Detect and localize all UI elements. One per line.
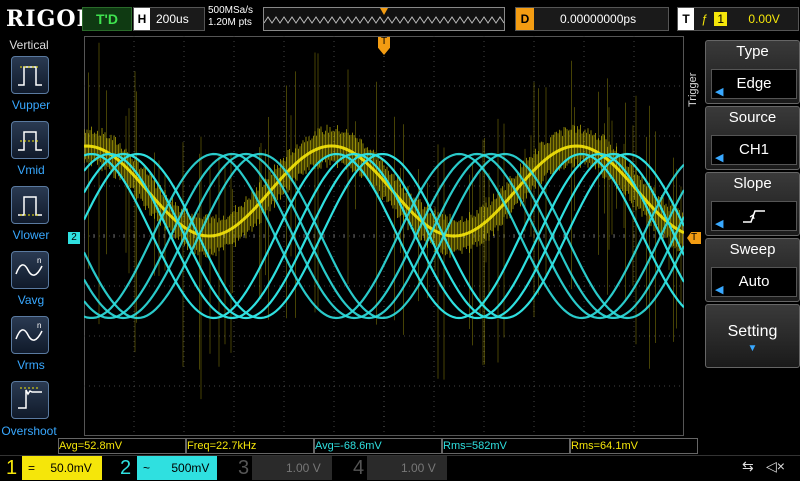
vlower-label: Vlower [12, 228, 50, 242]
sweep-softkey[interactable]: Sweep ◀ Auto [705, 238, 800, 302]
left-arrow-icon: ◀ [715, 152, 724, 164]
ch4-scale: 1.00 V [401, 461, 436, 475]
usb-icon: ⇆ [742, 458, 754, 474]
ch2-scale: 500mV [171, 461, 210, 475]
sweep-label: Sweep [729, 241, 776, 258]
source-value: CH1 [738, 141, 769, 158]
svg-text:n: n [37, 256, 41, 265]
trigger-display[interactable]: T ƒ 1 0.00V [677, 7, 799, 31]
slope-softkey[interactable]: Slope ◀ [705, 172, 800, 236]
overshoot-icon[interactable] [11, 381, 49, 419]
delay-display[interactable]: D 0.00000000ps [515, 7, 669, 31]
measurement-ch2-rms[interactable]: Rms=582mV [442, 438, 570, 454]
ch1-scale: 50.0mV [50, 461, 92, 475]
type-softkey[interactable]: Type ◀ Edge [705, 40, 800, 104]
trigger-status-badge[interactable]: T'D [82, 7, 132, 31]
source-value-box: ◀ CH1 [711, 135, 797, 165]
trigger-menu-title: Trigger [687, 72, 699, 108]
vavg-label: Vavg [17, 293, 45, 307]
graticule [84, 36, 684, 436]
svg-text:n: n [37, 321, 41, 330]
ch1-coupling: = [28, 461, 36, 475]
ch4-settings[interactable]: 1.00 V [367, 456, 447, 480]
left-arrow-icon: ◀ [715, 218, 724, 230]
ch3-number: 3 [238, 457, 250, 479]
timebase-label: H [134, 8, 150, 30]
slope-label: Slope [733, 175, 772, 192]
timebase-display[interactable]: H 200us [133, 7, 205, 31]
type-label: Type [736, 43, 769, 60]
sweep-value: Auto [738, 273, 770, 290]
setting-label: Setting [727, 323, 778, 340]
waveform-display[interactable] [84, 36, 684, 436]
ch3-scale: 1.00 V [286, 461, 321, 475]
memory-waveform-icon [263, 8, 505, 24]
rising-slope-icon [743, 210, 765, 223]
vmid-icon[interactable] [11, 121, 49, 159]
timebase-value: 200us [156, 12, 189, 26]
trigger-channel: 1 [714, 12, 728, 26]
ch1-number: 1 [6, 457, 18, 479]
memory-depth: 1.20M pts [208, 17, 252, 28]
menu-title: Vertical [9, 38, 49, 52]
delay-value: 0.00000000ps [560, 12, 637, 26]
down-arrow-icon: ▼ [747, 343, 758, 354]
measurement-ch1-rms[interactable]: Rms=64.1mV [570, 438, 698, 454]
vrms-icon[interactable]: n [11, 316, 49, 354]
ch1-settings[interactable]: = 50.0mV [22, 456, 102, 480]
overshoot-label: Overshoot [1, 424, 57, 438]
left-arrow-icon: ◀ [715, 284, 724, 296]
delay-label: D [516, 8, 534, 30]
vavg-icon[interactable]: n [11, 251, 49, 289]
memory-overview-strip[interactable] [263, 7, 505, 31]
ch3-settings[interactable]: 1.00 V [252, 456, 332, 480]
trigger-level: 0.00V [748, 12, 780, 26]
slope-value-box: ◀ [711, 201, 797, 231]
measurement-ch1-avg[interactable]: Avg=52.8mV [58, 438, 186, 454]
trigger-label: T [678, 8, 694, 30]
measurement-ch1-freq[interactable]: Freq=22.7kHz [186, 438, 314, 454]
ch2-coupling: ~ [143, 461, 151, 475]
rigol-logo: RIGOL [6, 6, 93, 32]
type-value-box: ◀ Edge [711, 69, 797, 99]
ch2-offset-marker[interactable]: 2 [68, 232, 80, 244]
vlower-icon[interactable] [11, 186, 49, 224]
ch2-number: 2 [120, 457, 132, 479]
setting-softkey[interactable]: Setting ▼ [705, 304, 800, 368]
trigger-level-marker[interactable]: T [687, 232, 701, 244]
ch4-number: 4 [353, 457, 365, 479]
vmid-label: Vmid [17, 163, 45, 177]
ch2-settings[interactable]: ~ 500mV [137, 456, 217, 480]
vupper-label: Vupper [11, 98, 51, 112]
rising-edge-icon: ƒ [701, 12, 709, 26]
left-arrow-icon: ◀ [715, 86, 724, 98]
measurement-ch2-avg[interactable]: Avg=-68.6mV [314, 438, 442, 454]
source-softkey[interactable]: Source ◀ CH1 [705, 106, 800, 170]
vupper-icon[interactable] [11, 56, 49, 94]
sample-info: 500MSa/s 1.20M pts [208, 5, 253, 29]
type-value: Edge [736, 75, 772, 92]
sweep-value-box: ◀ Auto [711, 267, 797, 297]
speaker-mute-icon[interactable]: ◁× [766, 458, 788, 476]
sample-rate: 500MSa/s [208, 5, 254, 16]
source-label: Source [728, 109, 777, 126]
vrms-label: Vrms [17, 358, 45, 372]
